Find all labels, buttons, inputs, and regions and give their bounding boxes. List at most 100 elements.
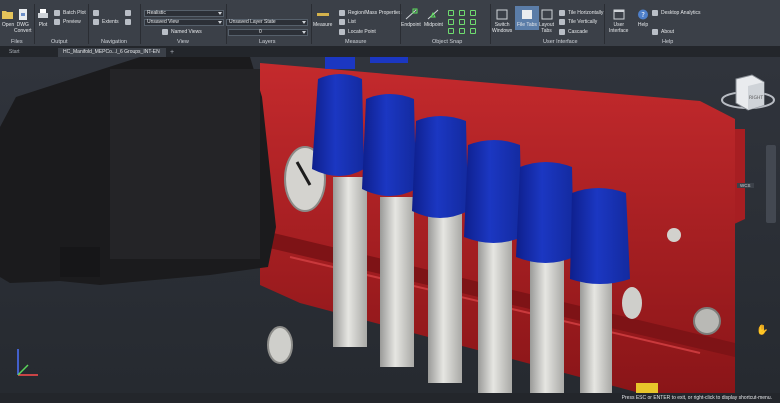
preview-icon bbox=[54, 19, 60, 25]
visual-style-dropdown[interactable]: Realistic bbox=[144, 10, 224, 17]
steering-wheel-button[interactable] bbox=[125, 19, 134, 25]
pan-hand-icon bbox=[93, 10, 99, 16]
osnap-toggle-icon[interactable] bbox=[459, 10, 465, 16]
tile-horizontally-button[interactable]: Tile Horizontally bbox=[559, 10, 603, 16]
osnap-toggle-icon[interactable] bbox=[470, 28, 476, 34]
navigation-bar[interactable] bbox=[766, 145, 776, 223]
viewcube-face-label: RIGHT bbox=[749, 95, 763, 101]
panel-separator bbox=[34, 4, 35, 44]
osnap-toggle-icon[interactable] bbox=[459, 19, 465, 25]
panel-separator bbox=[140, 4, 141, 44]
extents-label: Extents bbox=[102, 19, 119, 25]
drawing-viewport[interactable]: RIGHT ✋ WCS bbox=[0, 57, 780, 393]
osnap-toggle-icon[interactable] bbox=[470, 19, 476, 25]
orbit-button[interactable] bbox=[125, 10, 134, 16]
tile-horizontally-icon bbox=[559, 10, 565, 16]
batch-plot-button[interactable]: Batch Plot bbox=[54, 10, 86, 16]
named-views-label: Named Views bbox=[171, 29, 202, 35]
pump-face bbox=[110, 69, 260, 259]
locate-point-label: Locate Point bbox=[348, 29, 376, 35]
wcs-menu[interactable]: WCS bbox=[737, 183, 754, 188]
switch-windows-label-2: Windows bbox=[492, 27, 513, 34]
named-views-button[interactable]: Named Views bbox=[162, 29, 202, 35]
osnap-toggle-icon[interactable] bbox=[459, 28, 465, 34]
osnap-toggle-icon[interactable] bbox=[448, 28, 454, 34]
upper-cap-cut bbox=[325, 57, 355, 69]
layer-dropdown[interactable]: 0 bbox=[228, 29, 308, 36]
status-message: Press ESC or ENTER to exit, or right-cli… bbox=[621, 395, 772, 401]
hand-cursor-icon: ✋ bbox=[756, 323, 768, 336]
output-panel-label: Output bbox=[51, 39, 68, 45]
endpoint-label: Endpoint bbox=[401, 22, 421, 28]
tab-drawing[interactable]: HC_Manifold_MEPCo...l_6 Groups_INT-EN bbox=[58, 48, 166, 57]
zoom-extents-icon bbox=[93, 19, 99, 25]
user-interface-icon bbox=[612, 8, 626, 21]
steering-wheel-icon bbox=[125, 19, 131, 25]
region-mass-icon bbox=[339, 10, 345, 16]
printer-icon bbox=[36, 8, 50, 21]
mounting-bolt[interactable] bbox=[667, 228, 681, 242]
endpoint-button[interactable]: Endpoint bbox=[401, 8, 421, 29]
named-views-icon bbox=[162, 29, 168, 35]
preview-button[interactable]: Preview bbox=[54, 19, 81, 25]
desktop-analytics-button[interactable]: Desktop Analytics bbox=[652, 10, 700, 16]
plot-button[interactable]: Plot bbox=[36, 8, 50, 29]
layer-state-dropdown[interactable]: Unsaved Layer State bbox=[226, 19, 308, 26]
file-tab-bar: Start HC_Manifold_MEPCo...l_6 Groups_INT… bbox=[0, 47, 780, 57]
measure-button[interactable]: Measure bbox=[313, 8, 332, 29]
end-plug[interactable] bbox=[693, 307, 721, 335]
file-tabs-label: File Tabs bbox=[517, 22, 537, 28]
plus-icon: + bbox=[170, 49, 175, 56]
yellow-label bbox=[636, 383, 658, 393]
svg-text:?: ? bbox=[641, 11, 645, 19]
view-panel-label: View bbox=[177, 39, 189, 45]
drain-cap[interactable] bbox=[267, 326, 293, 364]
panel-separator bbox=[604, 4, 605, 44]
files-panel-label: Files bbox=[11, 39, 23, 45]
side-fitting[interactable] bbox=[622, 287, 642, 319]
list-button[interactable]: List bbox=[339, 19, 356, 25]
chevron-down-icon bbox=[218, 21, 222, 24]
cascade-button[interactable]: Cascade bbox=[559, 29, 588, 35]
locate-point-button[interactable]: Locate Point bbox=[339, 29, 376, 35]
osnap-toggle-icon[interactable] bbox=[448, 10, 454, 16]
user-interface-panel-label: User Interface bbox=[543, 39, 578, 45]
folder-open-icon bbox=[1, 8, 15, 21]
region-mass-label: Region/Mass Properties bbox=[348, 10, 402, 16]
help-label: Help bbox=[637, 22, 649, 28]
osnap-toggle-icon[interactable] bbox=[470, 10, 476, 16]
list-icon bbox=[339, 19, 345, 25]
batch-plot-icon bbox=[54, 10, 60, 16]
about-button[interactable]: About bbox=[652, 29, 674, 35]
desktop-analytics-icon bbox=[652, 10, 658, 16]
saved-view-value: Unsaved View bbox=[147, 19, 179, 25]
layers-panel-label: Layers bbox=[259, 39, 276, 45]
saved-view-dropdown[interactable]: Unsaved View bbox=[144, 19, 224, 26]
panel-separator bbox=[88, 4, 89, 44]
visual-style-value: Realistic bbox=[147, 10, 166, 16]
osnap-toggle-icon[interactable] bbox=[448, 19, 454, 25]
model-canvas: RIGHT ✋ bbox=[0, 57, 780, 393]
pan-button[interactable] bbox=[93, 10, 102, 16]
region-mass-button[interactable]: Region/Mass Properties bbox=[339, 10, 401, 16]
layout-tabs-icon bbox=[540, 8, 554, 21]
layout-tabs-label-2: Tabs bbox=[541, 27, 552, 34]
midpoint-button[interactable]: Midpoint bbox=[424, 8, 443, 29]
tab-start[interactable]: Start bbox=[4, 48, 25, 57]
open-button[interactable]: Open bbox=[1, 8, 15, 29]
layer-value: 0 bbox=[259, 29, 262, 35]
switch-windows-button[interactable]: Switch Windows bbox=[492, 8, 512, 34]
layout-tabs-button[interactable]: Layout Tabs bbox=[539, 8, 554, 34]
new-tab-button[interactable]: + bbox=[168, 48, 178, 57]
panel-separator bbox=[490, 4, 491, 44]
desktop-analytics-label: Desktop Analytics bbox=[661, 10, 701, 16]
tile-vertically-button[interactable]: Tile Vertically bbox=[559, 19, 597, 25]
chevron-down-icon bbox=[302, 21, 306, 24]
dwg-convert-button[interactable]: DWG Convert bbox=[14, 8, 32, 34]
user-interface-button[interactable]: User Interface bbox=[609, 8, 628, 34]
help-button[interactable]: ? Help bbox=[636, 8, 650, 29]
ribbon: Open DWG Convert Files Plot Batch Plot P… bbox=[0, 0, 780, 47]
extents-button[interactable]: Extents bbox=[93, 19, 119, 25]
orbit-icon bbox=[125, 10, 131, 16]
file-tabs-button[interactable]: File Tabs bbox=[515, 6, 539, 30]
